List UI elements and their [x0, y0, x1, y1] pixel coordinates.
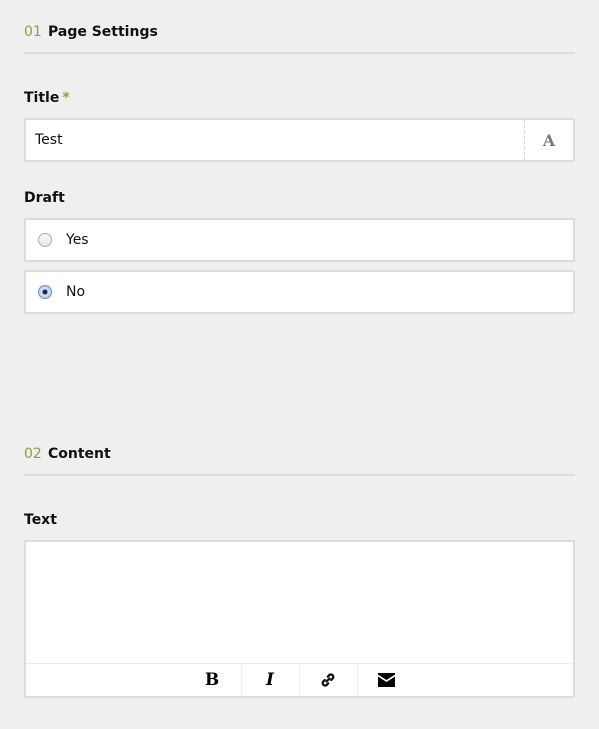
radio-yes-label[interactable]: Yes	[66, 232, 89, 248]
text-label: Text	[24, 512, 57, 528]
text-style-button[interactable]: A	[524, 120, 573, 160]
italic-button[interactable]: I	[242, 664, 300, 696]
draft-label: Draft	[24, 190, 65, 206]
link-icon	[321, 673, 335, 687]
section-title: Page Settings	[48, 24, 158, 40]
section-title: Content	[48, 446, 111, 462]
section-number: 01	[24, 24, 42, 40]
editor-toolbar: B I	[26, 663, 573, 696]
draft-option-no[interactable]: No	[24, 270, 575, 314]
title-input-value[interactable]: Test	[35, 132, 63, 148]
link-button[interactable]	[300, 664, 358, 696]
section-header-content: 02 Content	[24, 422, 575, 476]
font-a-icon: A	[542, 130, 556, 150]
section-header-page-settings: 01 Page Settings	[24, 0, 575, 54]
italic-icon: I	[266, 670, 274, 690]
title-label: Title *	[24, 90, 70, 106]
envelope-icon	[378, 673, 395, 687]
draft-option-yes[interactable]: Yes	[24, 218, 575, 262]
radio-yes[interactable]	[38, 233, 52, 247]
email-button[interactable]	[358, 664, 416, 696]
radio-no[interactable]	[38, 285, 52, 299]
bold-icon: B	[204, 670, 220, 690]
bold-button[interactable]: B	[184, 664, 242, 696]
required-mark: *	[62, 90, 70, 106]
title-label-text: Title	[24, 90, 60, 106]
text-editor[interactable]: B I	[24, 540, 575, 698]
title-input[interactable]: Test A	[24, 118, 575, 162]
radio-no-label[interactable]: No	[66, 284, 85, 300]
section-number: 02	[24, 446, 42, 462]
